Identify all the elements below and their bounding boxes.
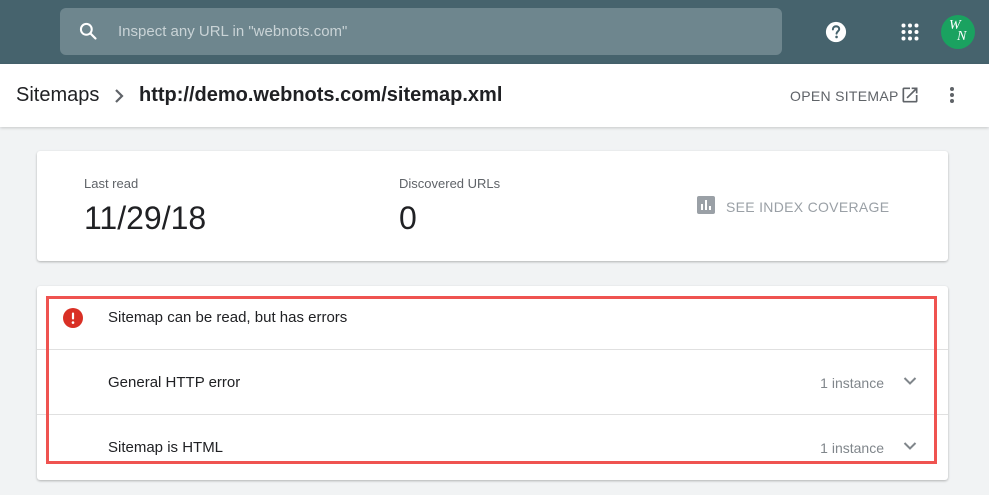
error-summary-row: Sitemap can be read, but has errors: [37, 286, 948, 350]
issue-title: Sitemap is HTML: [108, 439, 224, 456]
page-header: Sitemaps http://demo.webnots.com/sitemap…: [0, 64, 989, 127]
more-vert-icon[interactable]: [942, 85, 962, 105]
discovered-urls-value: 0: [399, 200, 417, 236]
error-summary-text: Sitemap can be read, but has errors: [108, 309, 348, 326]
issue-row-sitemap-is-html[interactable]: Sitemap is HTML 1 instance: [37, 414, 948, 478]
account-avatar[interactable]: W N: [941, 15, 975, 49]
discovered-urls-label: Discovered URLs: [399, 176, 501, 191]
see-index-coverage-link[interactable]: SEE INDEX COVERAGE: [726, 199, 889, 215]
search-bar[interactable]: [60, 8, 782, 55]
chevron-down-icon[interactable]: [903, 376, 917, 386]
page-title: http://demo.webnots.com/sitemap.xml: [139, 84, 503, 106]
chevron-right-icon: [115, 89, 124, 103]
open-in-new-icon[interactable]: [900, 85, 920, 105]
issue-title: General HTTP error: [108, 374, 241, 391]
bar-chart-icon[interactable]: [697, 196, 715, 214]
top-app-bar: W N: [0, 0, 989, 64]
issue-instance-count: 1 instance: [820, 375, 884, 391]
search-icon[interactable]: [78, 21, 98, 41]
search-input[interactable]: [118, 8, 768, 55]
apps-grid-icon[interactable]: [901, 23, 919, 41]
breadcrumb-sitemaps[interactable]: Sitemaps: [16, 84, 99, 107]
avatar-letter-n: N: [957, 29, 967, 44]
issue-instance-count: 1 instance: [820, 440, 884, 456]
error-icon: [63, 308, 83, 328]
sitemap-errors-card: Sitemap can be read, but has errors Gene…: [37, 286, 948, 480]
sitemap-stats-card: Last read 11/29/18 Discovered URLs 0 SEE…: [37, 151, 948, 261]
chevron-down-icon[interactable]: [903, 441, 917, 451]
open-sitemap-button[interactable]: OPEN SITEMAP: [790, 88, 899, 104]
help-icon[interactable]: [825, 21, 847, 43]
last-read-label: Last read: [84, 176, 139, 191]
issue-row-general-http-error[interactable]: General HTTP error 1 instance: [37, 349, 948, 413]
last-read-value: 11/29/18: [84, 200, 207, 236]
